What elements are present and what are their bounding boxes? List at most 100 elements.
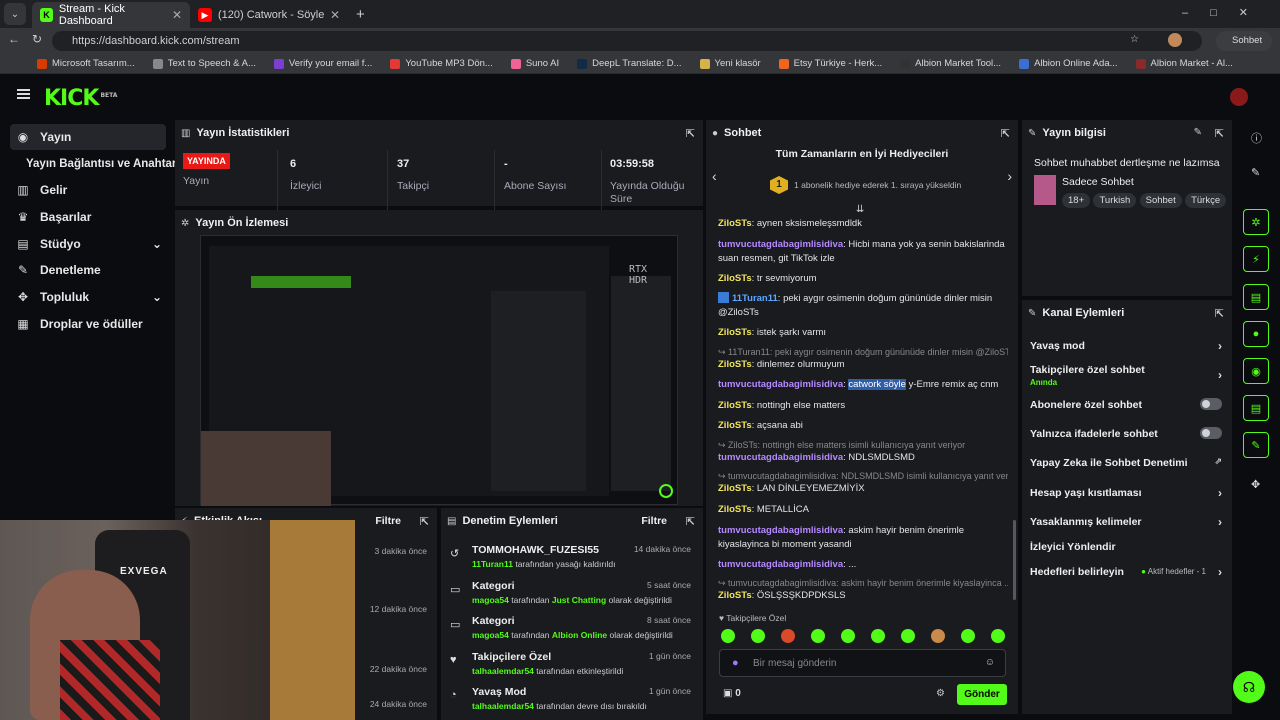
avatar[interactable] <box>1230 88 1248 106</box>
channel-action-ai-moderation[interactable]: Yapay Zeka ile Sohbet Denetimi ⇗ <box>1030 456 1226 469</box>
reload-icon[interactable]: ↻ <box>32 32 42 46</box>
emote-icon[interactable] <box>991 629 1005 643</box>
channel-action-banned-words[interactable]: Yasaklanmış kelimeler › <box>1030 515 1226 529</box>
channel-action-followers-only[interactable]: Takipçilere özel sohbet Anında › <box>1030 364 1226 387</box>
channel-action-raid[interactable]: İzleyici Yönlendir <box>1030 541 1226 553</box>
edit-icon[interactable]: ✎ <box>1251 166 1260 179</box>
channel-action-subs-only[interactable]: Abonelere özel sohbet <box>1030 398 1226 411</box>
emote-icon[interactable] <box>781 629 795 643</box>
chat-scrollbar[interactable] <box>1013 520 1016 600</box>
chat-mode-label: ♥ Takipçilere Özel <box>719 613 787 623</box>
chat-settings-icon[interactable]: ⚙ <box>936 688 945 699</box>
bookmark-icon <box>778 58 789 69</box>
gifter-rank-badge: 1 <box>770 176 788 194</box>
tab-search-icon[interactable]: ⌄ <box>4 3 26 25</box>
new-tab-icon[interactable]: + <box>356 6 365 23</box>
bookmark-item[interactable]: Microsoft Tasarım... <box>28 58 144 69</box>
bookmark-item[interactable]: Suno AI <box>502 58 568 69</box>
emote-only-toggle[interactable] <box>1200 427 1222 439</box>
emote-icon[interactable] <box>841 629 855 643</box>
emote-icon[interactable] <box>811 629 825 643</box>
chat-input[interactable]: ● Bir mesaj gönderin ☺ <box>719 649 1006 677</box>
popout-icon[interactable]: ⇱ <box>686 127 695 140</box>
emote-icon[interactable] <box>901 629 915 643</box>
emote-icon[interactable] <box>961 629 975 643</box>
rail-preview-icon[interactable]: ✲ <box>1243 209 1269 235</box>
channel-action-goals[interactable]: Hedefleri belirleyin ● Aktif hedefler - … <box>1030 565 1226 579</box>
chevron-right-icon: › <box>1218 339 1222 353</box>
sidebar-item-denetleme[interactable]: ✎ Denetleme <box>10 257 166 283</box>
bookmark-icon <box>510 58 521 69</box>
popout-icon[interactable]: ⇱ <box>1215 127 1224 140</box>
emote-icon[interactable] <box>721 629 735 643</box>
preview-actions-column <box>611 276 671 491</box>
close-tab-icon[interactable]: ✕ <box>330 8 340 22</box>
kick-logo[interactable]: KICK BETA <box>44 86 117 111</box>
preview-status-icon <box>659 484 673 498</box>
copilot-button[interactable]: Sohbet et <box>1216 31 1272 66</box>
sidebar-item-studyo[interactable]: ▤ Stüdyo ⌄ <box>10 231 166 257</box>
bookmark-item[interactable]: DeepL Translate: D... <box>568 58 690 69</box>
bookmark-item[interactable]: Albion Market Tool... <box>891 58 1010 69</box>
info-icon[interactable]: ⓘ <box>1251 130 1262 146</box>
sidebar-item-yayin[interactable]: ◉ Yayın <box>10 124 166 150</box>
window-controls[interactable]: –□✕ <box>1182 6 1270 19</box>
menu-icon[interactable] <box>17 89 30 99</box>
close-tab-icon[interactable]: ✕ <box>172 8 182 22</box>
bookmark-item[interactable]: YouTube MP3 Dön... <box>381 58 502 69</box>
rtx-hdr-overlay: RTX HDR <box>629 264 648 286</box>
channel-action-account-age[interactable]: Hesap yaşı kısıtlaması › <box>1030 486 1226 500</box>
bookmarks-bar: Microsoft Tasarım... Text to Speech & A.… <box>0 54 1280 74</box>
back-icon[interactable]: ← <box>8 32 20 46</box>
emoji-icon[interactable]: ☺ <box>985 657 995 668</box>
rail-broadcast-icon[interactable]: ◉ <box>1243 358 1269 384</box>
rail-wrench-icon[interactable]: ✎ <box>1243 432 1269 458</box>
category-name: Sadece Sohbet <box>1062 176 1134 188</box>
popout-icon[interactable]: ⇱ <box>686 515 695 528</box>
emote-icon[interactable] <box>931 629 945 643</box>
bookmark-item[interactable]: Etsy Türkiye - Herk... <box>770 58 892 69</box>
microphone-icon[interactable]: ● <box>732 657 739 669</box>
rail-mod-icon[interactable]: ▤ <box>1243 395 1269 421</box>
sidebar-item-basarilar[interactable]: ♛ Başarılar <box>10 204 166 230</box>
tab-kick-dashboard[interactable]: K Stream - Kick Dashboard ✕ <box>32 2 190 28</box>
bookmark-item[interactable]: Yeni klasör <box>691 58 770 69</box>
chat-message: tumvucutagdabagimlisidiva: NDLSMDLSMD <box>718 452 915 463</box>
sidebar-item-topluluk[interactable]: ✥ Topluluk ⌄ <box>10 284 166 310</box>
edit-icon[interactable]: ✎ <box>1194 127 1202 138</box>
filter-button[interactable]: Filtre <box>641 515 667 527</box>
url-input[interactable]: https://dashboard.kick.com/stream <box>52 31 1202 51</box>
rail-info-icon[interactable]: ▤ <box>1243 284 1269 310</box>
chevron-left-icon[interactable]: ‹ <box>712 168 717 184</box>
rail-chat-icon[interactable]: ● <box>1243 321 1269 347</box>
popout-icon[interactable]: ⇱ <box>1001 127 1010 140</box>
layout-icon[interactable]: ✥ <box>1251 478 1260 491</box>
popout-icon[interactable]: ⇱ <box>420 515 429 528</box>
tab-youtube[interactable]: ▶ (120) Catwork - Söyle (Ft.Meli ✕ <box>190 2 348 28</box>
rail-activity-icon[interactable]: ⚡ <box>1243 246 1269 272</box>
avatar[interactable] <box>1168 33 1182 47</box>
help-support-icon[interactable]: ☊ <box>1233 671 1265 703</box>
sidebar-item-stream-key[interactable]: Yayın Bağlantısı ve Anahtarı <box>20 151 180 177</box>
collapse-icon[interactable]: ⇊ <box>856 204 864 215</box>
bookmark-item[interactable]: Text to Speech & A... <box>144 58 265 69</box>
stream-preview-video[interactable]: RTX HDR <box>200 235 678 506</box>
youtube-favicon-icon: ▶ <box>198 8 212 22</box>
subs-only-toggle[interactable] <box>1200 398 1222 410</box>
mod-action-row: ▭ Kategori magoa54 tarafından Albion Onl… <box>450 615 691 640</box>
tag-list: 18+ Turkish Sohbet Türkçe <box>1062 192 1230 208</box>
popout-icon[interactable]: ⇱ <box>1215 307 1224 320</box>
bookmark-item[interactable]: Albion Online Ada... <box>1010 58 1126 69</box>
emote-icon[interactable] <box>871 629 885 643</box>
chevron-right-icon[interactable]: › <box>1007 168 1012 184</box>
channel-action-emote-only[interactable]: Yalnızca ifadelerle sohbet <box>1030 427 1226 440</box>
favorite-icon[interactable]: ☆ <box>1130 34 1139 45</box>
bookmark-item[interactable]: Verify your email f... <box>265 58 381 69</box>
sidebar-item-droplar[interactable]: ▦ Droplar ve ödüller <box>10 311 166 337</box>
send-button[interactable]: Gönder <box>957 684 1007 705</box>
filter-button[interactable]: Filtre <box>375 515 401 527</box>
emote-icon[interactable] <box>751 629 765 643</box>
sidebar-item-gelir[interactable]: ▥ Gelir <box>10 177 166 203</box>
channel-action-slow-mode[interactable]: Yavaş mod › <box>1030 339 1226 353</box>
bookmark-item[interactable]: Albion Market - Al... <box>1127 58 1242 69</box>
